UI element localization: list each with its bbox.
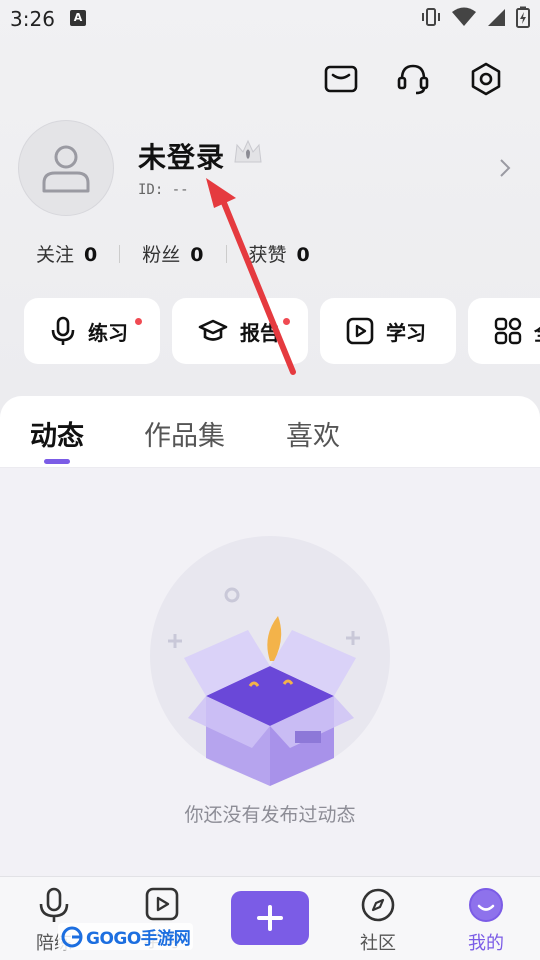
tab-likes[interactable]: 喜欢 (286, 414, 340, 453)
plus-icon (257, 905, 283, 931)
quick-practice-button[interactable]: 练习 (24, 298, 160, 364)
tabs-bar: 动态 作品集 喜欢 (0, 396, 540, 468)
microphone-icon (51, 316, 75, 345)
tab-indicator (44, 459, 70, 464)
stat-label: 关注 (36, 244, 75, 266)
content-panel: 动态 作品集 喜欢 你还没有发布过动态 (0, 396, 540, 876)
graduation-cap-icon (198, 319, 228, 341)
stat-value: 0 (84, 244, 98, 266)
vibrate-icon (422, 8, 440, 26)
quick-actions: 练习 报告 学习 全部 (24, 298, 540, 364)
notification-dot (135, 318, 142, 325)
user-icon (42, 145, 90, 193)
stat-following[interactable]: 关注 0 (36, 240, 97, 267)
screen: 3:26 A 未登录 ID: -- 关注 0 粉丝 0 获赞 0 练习 报告 学… (0, 0, 540, 960)
notification-dot (283, 318, 290, 325)
status-time: 3:26 (10, 7, 55, 31)
empty-state-message: 你还没有发布过动态 (184, 804, 356, 826)
nav-community[interactable]: 社区 (338, 887, 418, 955)
customer-service-button[interactable] (394, 60, 432, 98)
create-post-button[interactable] (231, 891, 309, 945)
tab-portfolio[interactable]: 作品集 (144, 414, 225, 453)
stat-followers[interactable]: 粉丝 0 (142, 240, 203, 267)
username[interactable]: 未登录 (138, 136, 225, 176)
crown-icon (234, 139, 262, 163)
play-icon (145, 887, 179, 921)
stat-value: 0 (296, 244, 310, 266)
quick-label: 练习 (88, 320, 128, 345)
quick-report-button[interactable]: 报告 (172, 298, 308, 364)
divider (225, 244, 227, 263)
compass-icon (361, 888, 395, 922)
bottom-nav: 陪练 学习 社区 我的 (0, 876, 540, 960)
grid-icon (494, 317, 522, 345)
status-bar: 3:26 A (0, 0, 540, 38)
quick-label: 全部 (534, 317, 540, 346)
play-icon (346, 317, 374, 345)
mail-button[interactable] (322, 60, 360, 98)
nav-label: 我的 (468, 933, 504, 954)
stat-value: 0 (190, 244, 204, 266)
user-id: ID: -- (138, 182, 189, 198)
stat-label: 粉丝 (142, 244, 181, 266)
status-icons (420, 6, 530, 28)
nav-label: 社区 (360, 933, 396, 954)
quick-label: 学习 (386, 320, 426, 345)
watermark: GOGO手游网 (58, 923, 194, 950)
mail-icon (324, 65, 358, 93)
battery-icon (516, 6, 530, 28)
chevron-right-icon[interactable] (498, 156, 512, 180)
smile-icon (469, 888, 503, 922)
divider (119, 244, 121, 263)
settings-button[interactable] (467, 60, 505, 98)
watermark-logo-icon (61, 926, 83, 947)
wifi-icon (452, 7, 476, 26)
stat-likes[interactable]: 获赞 0 (249, 240, 310, 267)
nav-me[interactable]: 我的 (446, 887, 526, 955)
microphone-icon (39, 887, 69, 922)
profile-stats: 关注 0 粉丝 0 获赞 0 (36, 240, 310, 267)
quick-label: 报告 (240, 320, 280, 345)
tab-moments[interactable]: 动态 (30, 414, 84, 453)
signal-icon (488, 9, 505, 26)
empty-box-illustration (150, 536, 390, 786)
settings-icon (471, 62, 501, 96)
watermark-text: GOGO手游网 (86, 929, 191, 949)
avatar[interactable] (18, 120, 114, 216)
headset-icon (397, 64, 429, 95)
quick-all-button[interactable]: 全部 (468, 298, 540, 364)
notification-icon: A (70, 10, 86, 26)
quick-learn-button[interactable]: 学习 (320, 298, 456, 364)
stat-label: 获赞 (248, 244, 287, 266)
